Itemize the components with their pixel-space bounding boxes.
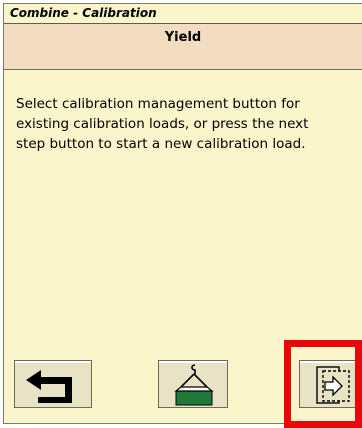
calibration-panel: Combine - Calibration Yield Select calib… [3, 3, 362, 424]
next-step-button[interactable] [299, 360, 361, 408]
title-bar: Combine - Calibration [4, 4, 362, 24]
window-title: Combine - Calibration [10, 6, 157, 20]
subtitle-bar: Yield [4, 24, 362, 70]
page-title: Yield [164, 30, 202, 45]
back-arrow-icon [15, 361, 91, 409]
next-step-icon [300, 361, 361, 409]
hanging-load-icon [159, 361, 227, 409]
back-button[interactable] [14, 360, 92, 408]
instructions-text: Select calibration management button for… [16, 96, 309, 152]
calibration-management-button[interactable] [158, 360, 228, 408]
